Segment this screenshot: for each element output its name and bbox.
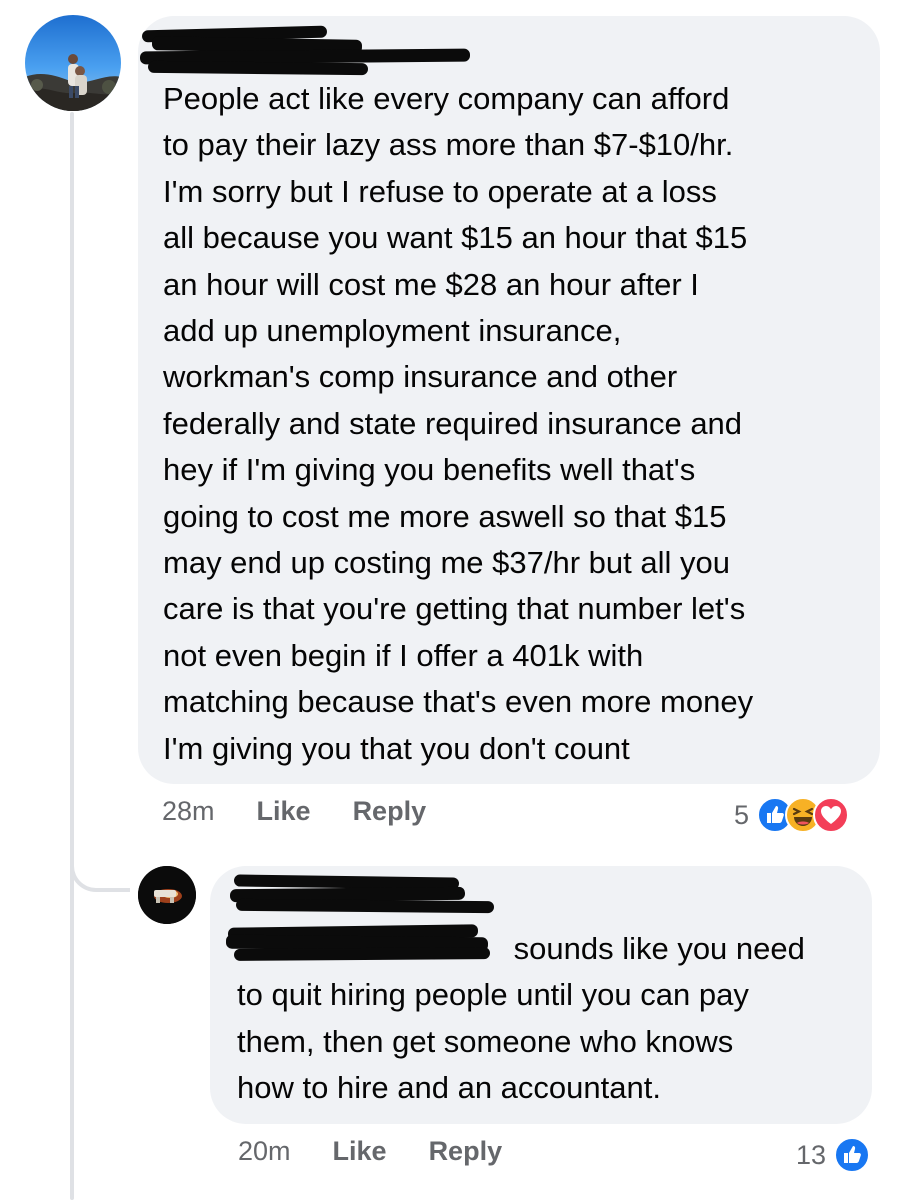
mention-placeholder [237, 935, 505, 963]
thread-line-branch [70, 840, 130, 892]
comment-thread: People act like every company can afford… [0, 0, 905, 1200]
profile-photo [25, 15, 121, 111]
reaction-count: 5 [734, 799, 750, 830]
reply-text-rest: to quit hiring people until you can pay … [237, 977, 749, 1106]
like-button[interactable]: Like [257, 796, 311, 827]
like-icon [834, 1137, 871, 1173]
reply-text-line1: sounds like you need [505, 931, 805, 966]
comment-actions: 28m Like Reply [162, 796, 468, 827]
reply-button[interactable]: Reply [429, 1136, 503, 1167]
timestamp[interactable]: 20m [238, 1136, 291, 1167]
reaction-summary[interactable]: 13 [796, 1137, 871, 1173]
reaction-summary[interactable]: 5 [734, 797, 850, 833]
like-button[interactable]: Like [333, 1136, 387, 1167]
timestamp[interactable]: 28m [162, 796, 215, 827]
reaction-count: 13 [796, 1139, 827, 1170]
avatar[interactable] [25, 15, 121, 111]
comment-text: People act like every company can afford… [163, 81, 754, 766]
reply-button[interactable]: Reply [353, 796, 427, 827]
avatar[interactable] [138, 866, 196, 924]
profile-photo [138, 866, 196, 924]
reply-text: sounds like you need to quit hiring peop… [237, 926, 857, 1112]
thread-line [70, 112, 74, 1200]
love-icon [813, 797, 850, 833]
reply-actions: 20m Like Reply [238, 1136, 544, 1167]
